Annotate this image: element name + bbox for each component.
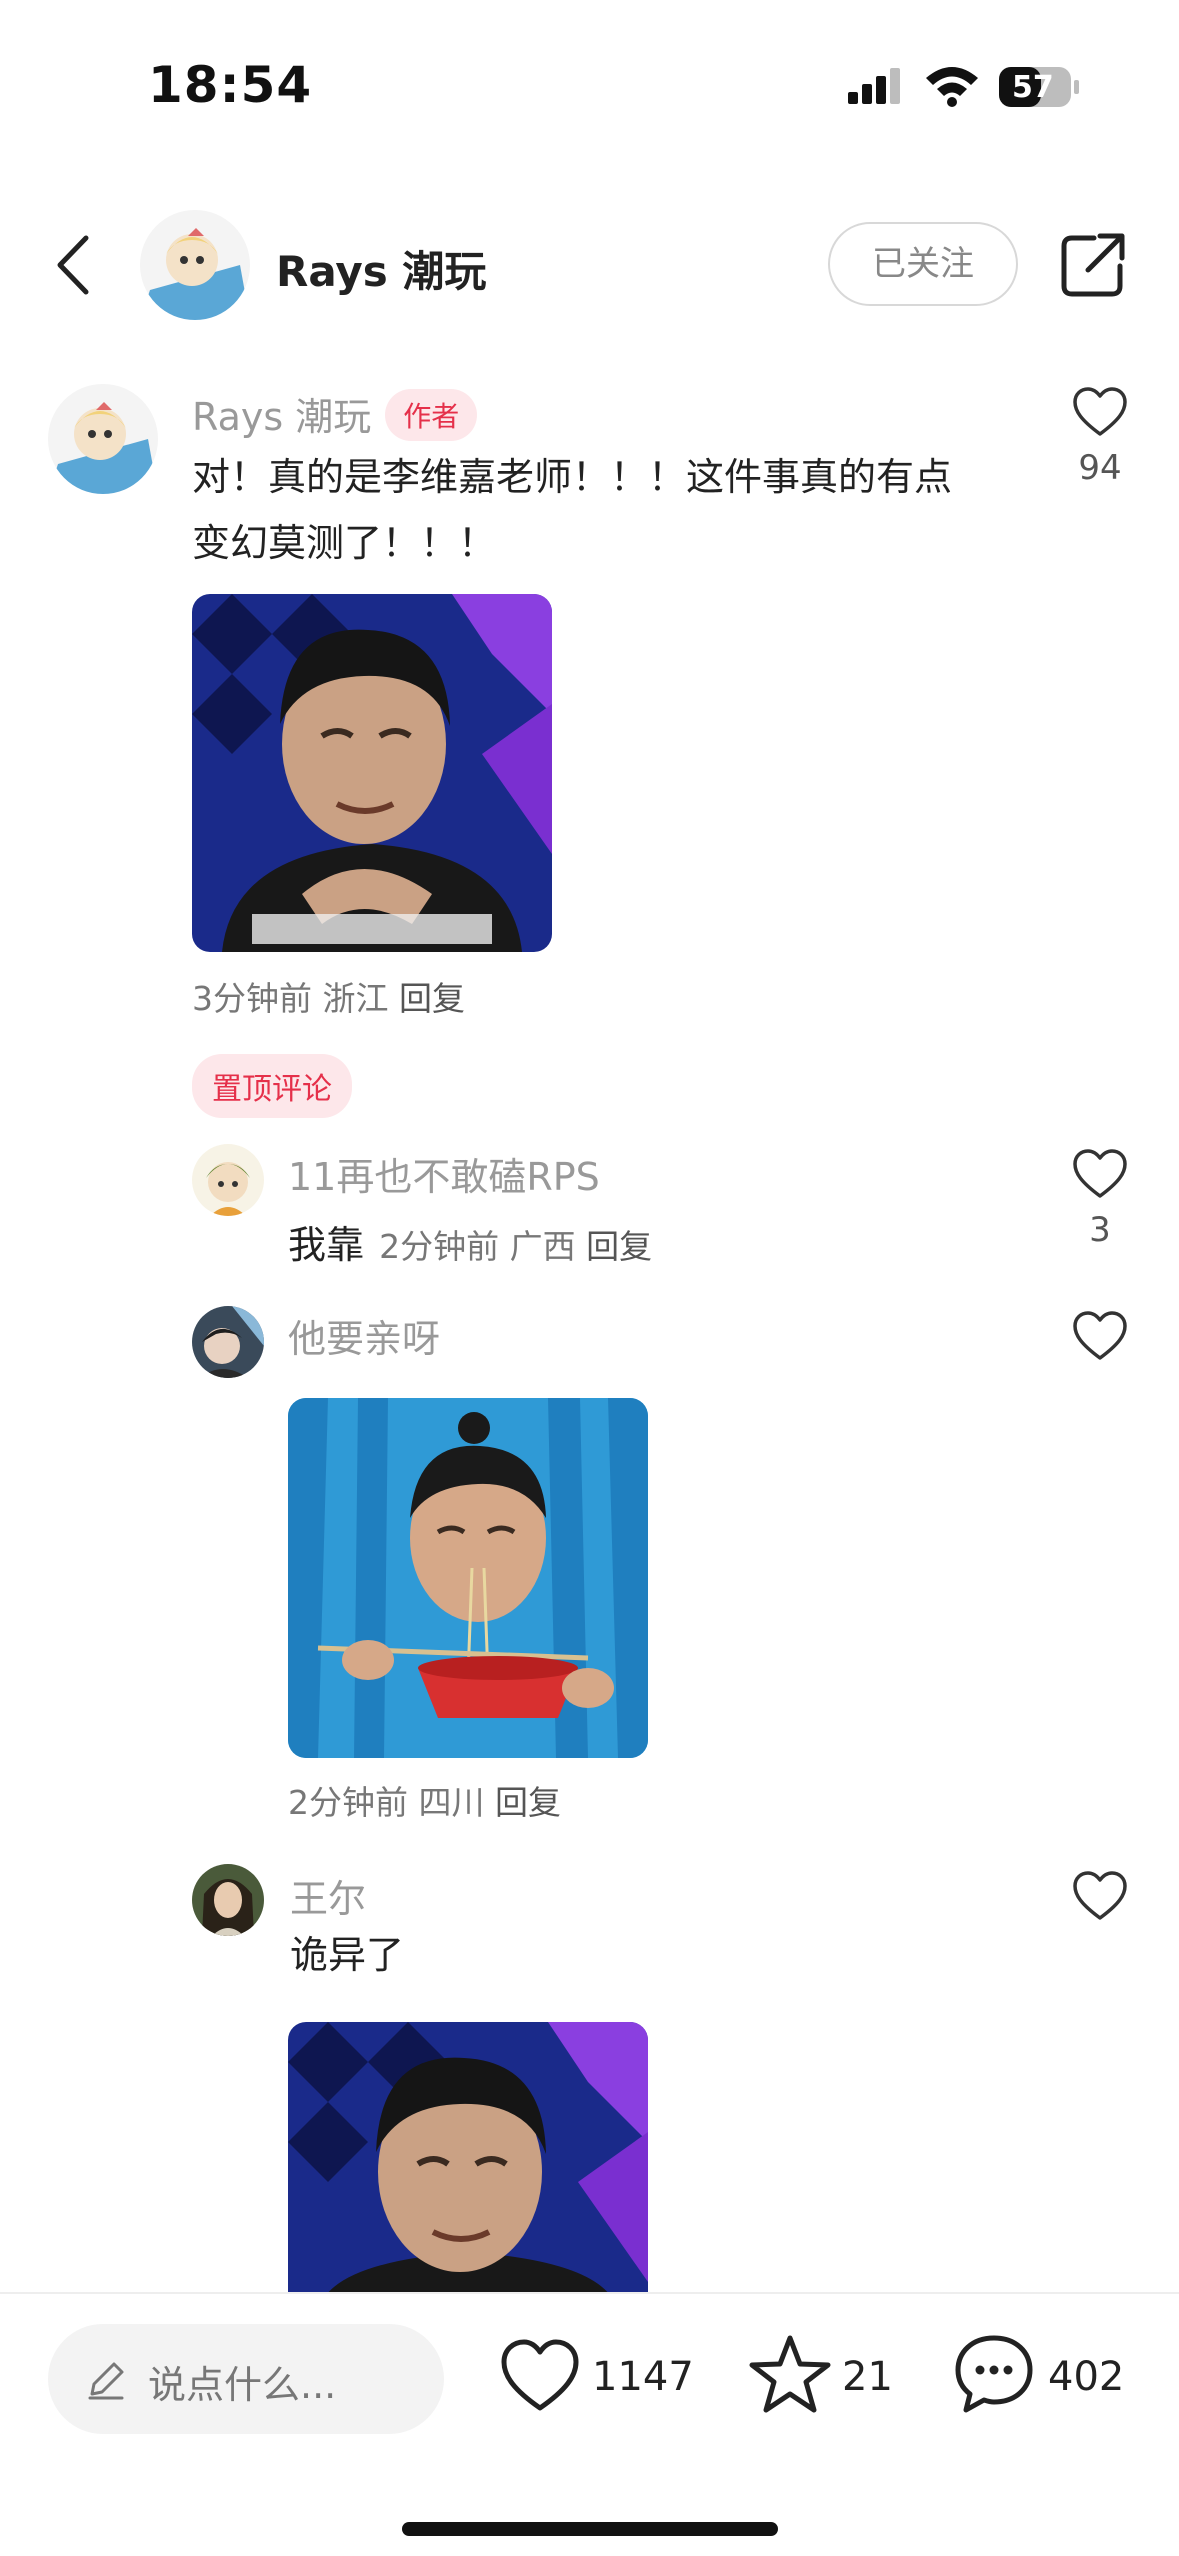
author-name[interactable]: Rays 潮玩: [276, 238, 486, 299]
reply-like[interactable]: 3: [1060, 1148, 1140, 1250]
battery-icon: 57: [998, 66, 1080, 108]
like-button[interactable]: 1147: [498, 2332, 694, 2422]
reply-username[interactable]: 王尔: [290, 1868, 366, 1923]
reply-button[interactable]: 回复: [586, 1227, 652, 1266]
heart-icon[interactable]: [1071, 1148, 1129, 1200]
heart-icon: [501, 2339, 579, 2411]
comment-header: Rays 潮玩 作者: [192, 386, 478, 441]
comment-time: 3分钟前: [192, 979, 312, 1018]
comment-location: 浙江: [322, 979, 389, 1018]
reply-image[interactable]: [288, 1398, 648, 1758]
author-avatar[interactable]: [140, 210, 250, 320]
comment-text[interactable]: 对！真的是李维嘉老师！！！这件事真的有点 变幻莫测了！！！: [192, 444, 1012, 576]
chat-bubble-icon: [955, 2335, 1033, 2413]
reply-text[interactable]: 诡异了: [290, 1922, 404, 1988]
comment-meta: 3分钟前 浙江 回复: [192, 972, 465, 1020]
reply-button[interactable]: 回复: [399, 979, 465, 1018]
reply-username[interactable]: 11再也不敢磕RPS: [288, 1146, 600, 1201]
heart-icon[interactable]: [1071, 1310, 1129, 1362]
comment-input[interactable]: 说点什么...: [48, 2324, 444, 2434]
favorite-button[interactable]: 21: [748, 2332, 898, 2422]
reply-avatar[interactable]: [192, 1306, 264, 1378]
comment-avatar[interactable]: [48, 384, 158, 494]
share-external-icon[interactable]: [1058, 230, 1128, 300]
reply-like[interactable]: [1060, 1870, 1140, 1922]
reply-username[interactable]: 他要亲呀: [288, 1308, 440, 1363]
author-badge: 作者: [385, 389, 478, 441]
battery-level: 57: [1012, 70, 1054, 105]
wifi-icon: [926, 67, 978, 107]
reply-avatar[interactable]: [192, 1864, 264, 1936]
heart-icon[interactable]: [1071, 1870, 1129, 1922]
pencil-icon: [88, 2362, 124, 2400]
star-icon: [749, 2335, 831, 2413]
comment-text-line: 对！真的是李维嘉老师！！！这件事真的有点: [192, 455, 953, 499]
comment-text-line: 变幻莫测了！！！: [192, 521, 497, 565]
reply-time: 2分钟前: [379, 1227, 500, 1266]
comment-like[interactable]: 94: [1060, 386, 1140, 488]
reply-text[interactable]: 我靠: [288, 1223, 364, 1267]
post-header: Rays 潮玩 已关注: [0, 200, 1179, 330]
reply-like[interactable]: [1060, 1310, 1140, 1362]
reply-location: 四川: [418, 1783, 485, 1822]
comments-button[interactable]: 402: [952, 2332, 1142, 2422]
reply-image[interactable]: [288, 2022, 648, 2312]
reply-location: 广西: [509, 1227, 576, 1266]
reply-avatar[interactable]: [192, 1144, 264, 1216]
follow-button[interactable]: 已关注: [828, 222, 1018, 306]
status-bar: 18:54 57: [0, 0, 1179, 150]
cellular-signal-icon: [848, 68, 900, 104]
comment-image[interactable]: [192, 594, 552, 952]
pinned-comment-tag: 置顶评论: [192, 1054, 352, 1118]
reply-meta: 2分钟前 四川 回复: [288, 1776, 561, 1824]
reply-button[interactable]: 回复: [495, 1783, 561, 1822]
bottom-action-bar: 说点什么... 1147 21 402: [0, 2292, 1179, 2556]
like-count: 3: [1089, 1210, 1111, 1250]
comment-input-placeholder: 说点什么...: [148, 2363, 337, 2407]
comment-total: 402: [1048, 2354, 1125, 2400]
comment-username[interactable]: Rays 潮玩: [192, 395, 371, 439]
chevron-left-icon[interactable]: [44, 230, 104, 300]
heart-icon[interactable]: [1071, 386, 1129, 438]
reply-time: 2分钟前: [288, 1783, 408, 1822]
like-count: 94: [1078, 448, 1122, 488]
status-time: 18:54: [148, 56, 313, 114]
favorite-total: 21: [842, 2354, 893, 2400]
like-total: 1147: [592, 2354, 694, 2400]
reply-body: 我靠 2分钟前 广西 回复: [288, 1212, 652, 1278]
home-indicator[interactable]: [402, 2522, 778, 2536]
